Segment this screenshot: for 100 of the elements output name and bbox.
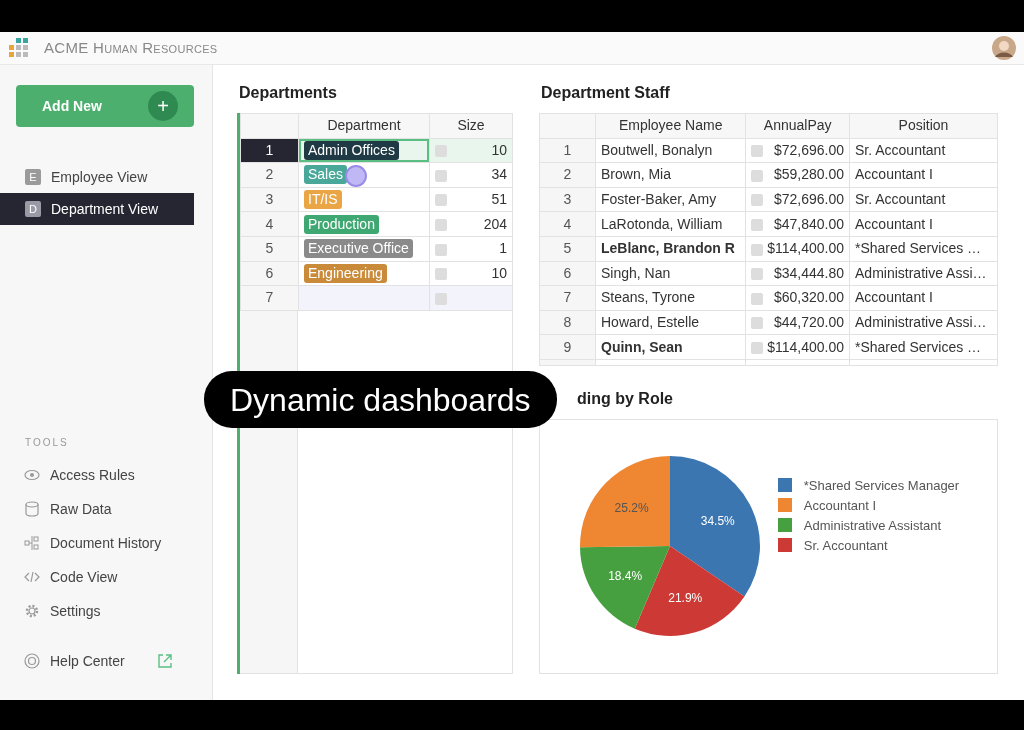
department-tag: Admin Offices [304, 140, 399, 160]
reference-icon [751, 317, 764, 330]
app-title: ACME Human Resources [44, 37, 218, 58]
reference-icon [435, 243, 447, 256]
legend-swatch [777, 538, 792, 553]
legend-label: Sr. Accountant [803, 536, 888, 555]
reference-icon [435, 169, 447, 182]
legend-swatch [777, 518, 792, 533]
table-cell: *Shared Services … [849, 334, 998, 360]
reference-icon [435, 292, 447, 305]
department-tag: Sales [304, 165, 348, 185]
table-cell-text: $114,400.00 [767, 239, 844, 259]
table-cell: Accountant I [849, 162, 998, 188]
column-header: Position [849, 113, 998, 139]
reference-icon [435, 218, 447, 231]
tool-nav-item[interactable]: Raw Data [0, 492, 212, 526]
row-number[interactable]: 3 [240, 187, 299, 212]
table-cell-text: $72,696.00 [773, 140, 844, 160]
row-number: 9 [539, 334, 596, 360]
table-cell: LeBlanc, Brandon R [595, 236, 746, 262]
table-cell: Quinn, Sean [595, 334, 746, 360]
slice-label: 34.5% [700, 514, 735, 529]
slice-label: 18.4% [607, 569, 642, 584]
column-header: Employee Name [595, 113, 746, 139]
reference-icon [751, 268, 764, 281]
section-title: Departments [239, 83, 338, 103]
legend-label: *Shared Services Manager [803, 476, 960, 495]
row-number[interactable]: 4 [240, 211, 299, 237]
logo-icon [8, 38, 30, 58]
table-cell-text: $114,400.00 [767, 337, 844, 357]
row-number: 2 [539, 162, 596, 188]
reference-icon [435, 145, 447, 158]
slice-label: 25.2% [614, 501, 649, 516]
reference-icon [751, 243, 764, 256]
legend-swatch [777, 498, 792, 513]
row-number[interactable]: 7 [240, 285, 299, 311]
table-cell: *Shared Services … [849, 236, 998, 262]
click-indicator [345, 165, 367, 188]
database-icon [24, 501, 40, 517]
letter-badge: E [25, 169, 41, 185]
table-cell: Sr. Accountant [849, 138, 998, 163]
reference-icon [435, 268, 447, 281]
legend-label: Accountant I [803, 496, 877, 515]
size-value: 10 [491, 263, 507, 283]
add-new-button[interactable]: Add New + [16, 85, 194, 127]
external-link-icon [156, 653, 173, 669]
view-nav-item[interactable]: E Employee View [0, 161, 194, 193]
tool-nav-item[interactable]: Document History [0, 526, 212, 560]
table-cell-text: $34,444.80 [773, 263, 844, 283]
row-number: 4 [539, 211, 596, 237]
tool-nav-item[interactable]: Access Rules [0, 458, 212, 492]
legend-label: Administrative Assistant [803, 516, 942, 535]
department-tag: IT/IS [304, 190, 342, 210]
tool-nav-item[interactable]: Settings [0, 594, 212, 628]
reference-icon [751, 292, 764, 305]
size-value: 1 [499, 239, 507, 259]
table-cell: Administrative Assi… [849, 261, 998, 286]
reference-icon [435, 194, 447, 207]
reference-icon [751, 145, 764, 158]
slice-label: 21.9% [668, 591, 703, 606]
row-number: 6 [539, 261, 596, 286]
table-cell: LaRotonda, William [595, 211, 746, 237]
eye-icon [24, 467, 40, 483]
row-number[interactable]: 2 [240, 162, 299, 188]
branch-icon [24, 535, 40, 551]
code-icon [24, 569, 40, 585]
row-number: 3 [539, 187, 596, 212]
view-nav-item[interactable]: D Department View [0, 193, 194, 225]
section-title: ding by Role [576, 388, 674, 409]
reference-icon [751, 218, 764, 231]
department-tag: Production [304, 214, 379, 234]
row-number[interactable]: 5 [240, 236, 299, 262]
table-cell: Singh, Nan [595, 261, 746, 286]
row-number[interactable]: 6 [240, 261, 299, 286]
department-tag: Engineering [304, 263, 387, 283]
row-number: 7 [539, 285, 596, 311]
table-cell: Steans, Tyrone [595, 285, 746, 311]
table-cell: Accountant I [849, 211, 998, 237]
table-cell: Howard, Estelle [595, 310, 746, 335]
settings-icon [24, 603, 40, 619]
tools-heading: TOOLS [24, 436, 70, 450]
section-title: Department Staff [541, 83, 671, 103]
plus-icon: + [148, 91, 178, 121]
column-header: Department [298, 113, 430, 139]
row-number: 1 [539, 138, 596, 163]
letter-badge: D [25, 201, 41, 217]
avatar-icon[interactable] [992, 36, 1016, 60]
table-cell: Sr. Accountant [849, 187, 998, 212]
reference-icon [751, 194, 764, 207]
table-cell-text: $44,720.00 [773, 313, 844, 333]
row-number[interactable]: 1 [240, 138, 299, 163]
column-header: Size [429, 113, 513, 139]
size-value: 204 [483, 214, 507, 234]
table-cell: Foster-Baker, Amy [595, 187, 746, 212]
lifebuoy-icon [24, 653, 40, 669]
size-value: 51 [491, 190, 507, 210]
help-center-link[interactable]: Help Center [0, 644, 212, 678]
tool-nav-item[interactable]: Code View [0, 560, 212, 594]
row-number: 8 [539, 310, 596, 335]
row-number: 5 [539, 236, 596, 262]
